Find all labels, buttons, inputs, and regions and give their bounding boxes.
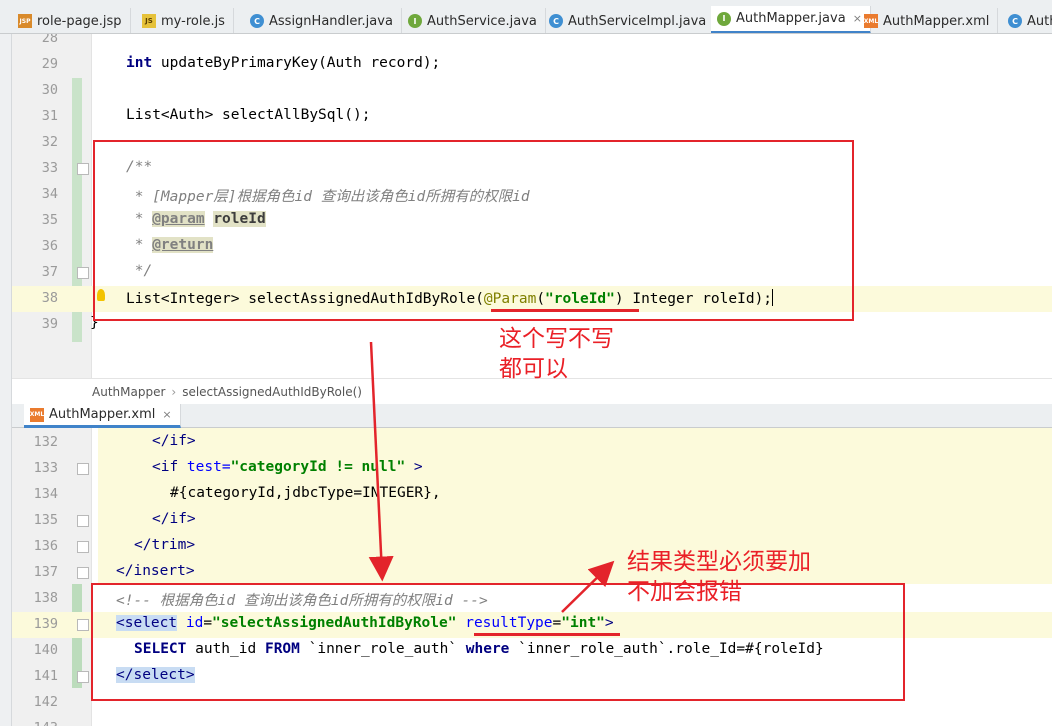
class-file-icon: C <box>549 14 563 28</box>
code-line: 132 </if> <box>12 430 1052 456</box>
fold-toggle-icon[interactable] <box>77 671 89 683</box>
line-number: 132 <box>33 434 58 450</box>
js-file-icon: JS <box>142 14 156 28</box>
fold-toggle-icon[interactable] <box>77 163 89 175</box>
code-text: List<Auth> selectAllBySql(); <box>126 107 371 123</box>
code-line: 31 List<Auth> selectAllBySql(); <box>12 104 1052 130</box>
line-number: 136 <box>33 538 58 554</box>
annotation-underline-resulttype <box>474 633 620 636</box>
fold-toggle-icon[interactable] <box>77 463 89 475</box>
annotation-underline-param <box>491 309 639 312</box>
class-file-icon: C <box>250 14 264 28</box>
line-number: 36 <box>41 238 58 254</box>
tab-auth-mapper-java[interactable]: I AuthMapper.java × <box>711 6 871 33</box>
keyword: int <box>126 55 153 71</box>
tab-label: AuthMapper.java <box>736 11 846 26</box>
tab-auth-service-impl[interactable]: C AuthServiceImpl.java <box>543 8 716 33</box>
xml-tag: </trim> <box>134 537 196 553</box>
line-number: 38 <box>41 290 58 306</box>
tab-label: role-page.jsp <box>37 13 122 29</box>
line-number: 28 <box>41 34 58 46</box>
xml-attribute: test <box>186 459 222 475</box>
breadcrumb-class[interactable]: AuthMapper <box>92 385 165 399</box>
line-number: 143 <box>12 720 58 726</box>
editor-tab-bar: JSP role-page.jsp JS my-role.js C Assign… <box>0 0 1052 34</box>
tab-label: AuthMapper.xml <box>883 13 990 29</box>
line-number: 34 <box>41 186 58 202</box>
line-number: 31 <box>41 108 58 124</box>
tab-label: AssignHandler.java <box>269 13 393 29</box>
tab-label: AuthService.java <box>427 13 537 29</box>
tab-auth-mapper-xml-split[interactable]: XML AuthMapper.xml × <box>24 404 181 428</box>
line-number: 39 <box>41 316 58 332</box>
fold-toggle-icon[interactable] <box>77 541 89 553</box>
line-number: 141 <box>33 668 58 684</box>
line-number: 140 <box>33 642 58 658</box>
annotation-text: 不加会报错 <box>627 579 742 605</box>
xml-file-icon: XML <box>864 14 878 28</box>
interface-file-icon: I <box>717 11 731 26</box>
annotation-text: 这个写不写 <box>499 326 614 352</box>
tab-assign-handler[interactable]: C AssignHandler.java <box>244 8 402 33</box>
xml-attribute: = <box>221 459 231 475</box>
code-line: 143 <box>12 716 1052 726</box>
fold-toggle-icon[interactable] <box>77 619 89 631</box>
tab-auth[interactable]: C Auth <box>1002 8 1052 33</box>
jsp-file-icon: JSP <box>18 14 32 28</box>
annotation-text: 结果类型必须要加 <box>627 549 811 575</box>
code-line: 134 #{categoryId,jdbcType=INTEGER}, <box>12 482 1052 508</box>
code-line: 136 </trim> <box>12 534 1052 560</box>
annotation-box-java <box>93 140 854 321</box>
tab-label: AuthMapper.xml <box>49 407 156 422</box>
code-text: updateByPrimaryKey(Auth record); <box>152 55 441 71</box>
line-number: 30 <box>41 82 58 98</box>
breadcrumb-method[interactable]: selectAssignedAuthIdByRole() <box>182 385 362 399</box>
code-text: #{categoryId,jdbcType=INTEGER}, <box>170 485 441 501</box>
line-number: 29 <box>41 56 58 72</box>
code-line: 133 <if test="categoryId != null" > <box>12 456 1052 482</box>
breadcrumb-separator: › <box>171 384 177 399</box>
line-number: 33 <box>41 160 58 176</box>
xml-tag: </if> <box>152 511 196 527</box>
side-tool-strip <box>0 34 12 726</box>
tab-label: Auth <box>1027 13 1052 29</box>
xml-tag: </insert> <box>116 563 195 579</box>
line-number: 37 <box>41 264 58 280</box>
split-editor-tab-bar: XML AuthMapper.xml × <box>12 404 1052 428</box>
xml-file-icon: XML <box>30 407 44 422</box>
interface-file-icon: I <box>408 14 422 28</box>
xml-tag: </if> <box>152 433 196 449</box>
fold-toggle-icon[interactable] <box>77 515 89 527</box>
tab-label: my-role.js <box>161 13 225 29</box>
annotation-note-optional: 这个写不写 都可以 <box>499 324 614 384</box>
annotation-text: 都可以 <box>499 356 568 382</box>
fold-toggle-icon[interactable] <box>77 567 89 579</box>
tab-role-page-jsp[interactable]: JSP role-page.jsp <box>12 8 131 33</box>
tab-my-role-js[interactable]: JS my-role.js <box>136 8 234 33</box>
line-number: 139 <box>33 616 58 632</box>
close-icon[interactable]: × <box>162 408 171 421</box>
tab-label: AuthServiceImpl.java <box>568 13 707 29</box>
line-number: 135 <box>33 512 58 528</box>
fold-toggle-icon[interactable] <box>77 267 89 279</box>
class-file-icon: C <box>1008 14 1022 28</box>
annotation-note-required: 结果类型必须要加 不加会报错 <box>627 547 811 607</box>
line-number: 32 <box>41 134 58 150</box>
line-number: 142 <box>33 694 58 710</box>
line-number: 138 <box>33 590 58 606</box>
xml-tag: <if <box>152 459 187 475</box>
code-line: 28 <box>12 34 1052 52</box>
line-number: 35 <box>41 212 58 228</box>
xml-tag: > <box>405 459 423 475</box>
tab-auth-mapper-xml[interactable]: XML AuthMapper.xml <box>858 8 999 33</box>
line-number: 133 <box>33 460 58 476</box>
attribute-value: "categoryId != null" <box>230 459 406 475</box>
code-line: 30 <box>12 78 1052 104</box>
code-line: 135 </if> <box>12 508 1052 534</box>
tab-auth-service[interactable]: I AuthService.java <box>402 8 546 33</box>
line-number: 134 <box>33 486 58 502</box>
code-line: 29 int updateByPrimaryKey(Auth record); <box>12 52 1052 78</box>
line-number: 137 <box>33 564 58 580</box>
